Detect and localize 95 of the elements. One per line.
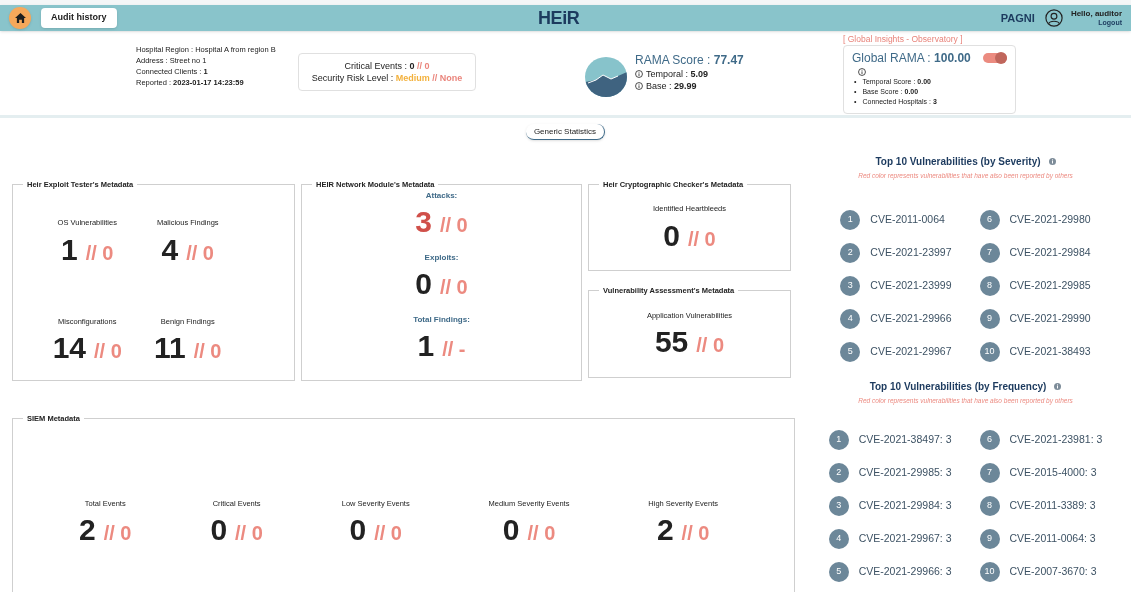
rank-badge: 3	[840, 275, 861, 296]
cve-id: CVE-2015-4000: 3	[1009, 464, 1097, 480]
cve-id: CVE-2021-23981: 3	[1009, 431, 1103, 447]
cve-id: CVE-2021-38497: 3	[858, 431, 952, 447]
rank-badge: 8	[979, 495, 1000, 516]
global-value: // 0	[439, 215, 468, 236]
stat-label: Total Findings:	[413, 314, 470, 327]
global-value: // 0	[103, 522, 132, 543]
global-insights-caption: [ Global Insights - Observatory ]	[843, 34, 964, 44]
cve-id: CVE-2021-29985	[1009, 277, 1091, 293]
rank-badge: 4	[840, 308, 861, 329]
cve-id: CVE-2021-23999	[870, 277, 952, 293]
cve-id: CVE-2021-29980	[1009, 211, 1091, 227]
base-score: Base : 29.99	[646, 80, 697, 92]
cve-id: CVE-2021-29984: 3	[858, 497, 952, 513]
global-rama-score: Global RAMA : 100.00	[852, 50, 971, 67]
rank-badge: 10	[979, 341, 1000, 362]
stat-value: 3	[415, 207, 432, 238]
cve-id: CVE-2011-3389: 3	[1009, 497, 1096, 513]
rama-score: RAMA Score : 77.47	[635, 53, 745, 68]
audit-history-button[interactable]: Audit history	[41, 8, 117, 28]
cve-id: CVE-2011-0064: 3	[1009, 530, 1096, 546]
info-icon	[1054, 382, 1062, 390]
rank-badge: 1	[828, 429, 849, 450]
rank-badge: 2	[828, 462, 849, 483]
info-icon	[1048, 158, 1056, 165]
global-value: // 0	[681, 522, 710, 543]
cve-id: CVE-2011-0064	[870, 211, 945, 227]
global-value: // 0	[186, 242, 214, 263]
rank-badge: 7	[979, 242, 1000, 263]
rank-badge: 9	[979, 528, 1000, 549]
info-icon	[635, 70, 643, 78]
stat-value: 2	[656, 514, 674, 545]
global-value: // 0	[85, 242, 114, 263]
global-value: // -	[442, 339, 466, 360]
rank-badge: 3	[828, 495, 849, 516]
cve-id: CVE-2007-3670: 3	[1009, 563, 1097, 579]
stat-value: 2	[79, 514, 96, 545]
stat-value: 0	[349, 514, 367, 545]
rank-badge: 6	[979, 429, 1000, 450]
user-avatar-icon	[1044, 9, 1063, 27]
rank-badge: 10	[979, 561, 1000, 582]
stat-value: 1	[417, 331, 435, 362]
stat-label: Exploits:	[424, 252, 459, 265]
cve-id: CVE-2021-29966: 3	[858, 563, 952, 579]
stat-value: 14	[52, 333, 87, 363]
stat-value: 1	[61, 234, 78, 265]
global-value: // 0	[94, 341, 122, 361]
global-value: // 0	[235, 522, 263, 543]
home-button[interactable]	[9, 7, 31, 29]
stat-value: 11	[154, 333, 186, 363]
rank-badge: 5	[840, 341, 861, 362]
global-value: // 0	[193, 341, 222, 361]
stat-value: 0	[502, 514, 520, 545]
stat-value: 0	[663, 220, 680, 251]
cve-id: CVE-2021-29984	[1009, 244, 1091, 260]
logo: HEiR	[538, 6, 580, 30]
list-title: Top 10 Vulnerabilities (by Severity)	[875, 155, 1041, 169]
greeting-text: Hello, auditor	[1070, 9, 1122, 19]
critical-events-text: Critical Events : 0 // 0	[344, 60, 430, 72]
stat-value: 4	[161, 234, 179, 265]
cve-id: CVE-2021-29990	[1009, 310, 1091, 326]
rank-badge: 5	[828, 561, 849, 582]
info-icon	[635, 82, 643, 90]
cve-id: CVE-2021-38493	[1009, 343, 1091, 359]
info-icon	[858, 68, 866, 76]
global-value: // 0	[696, 334, 725, 355]
rank-badge: 8	[979, 275, 1000, 296]
toggle-switch[interactable]	[982, 53, 1007, 63]
user-name: PAGNI	[1000, 10, 1035, 26]
global-value: // 0	[374, 522, 402, 543]
cve-id: CVE-2021-23997	[870, 244, 952, 260]
home-icon	[14, 13, 26, 23]
rank-badge: 7	[979, 462, 1000, 483]
cve-id: CVE-2021-29967	[870, 343, 952, 359]
risk-level-text: Security Risk Level : Medium // None	[311, 72, 463, 84]
cve-id: CVE-2021-29967: 3	[858, 530, 952, 546]
rank-badge: 2	[840, 242, 861, 263]
rank-badge: 4	[828, 528, 849, 549]
rank-badge: 9	[979, 308, 1000, 329]
temporal-score: Temporal : 5.09	[646, 68, 709, 80]
list-title: Top 10 Vulnerabilities (by Frequency)	[869, 379, 1047, 394]
global-value: // 0	[687, 228, 716, 249]
stat-value: 0	[210, 514, 228, 545]
cve-id: CVE-2021-29966	[870, 310, 952, 326]
cve-id: CVE-2021-29985: 3	[858, 464, 952, 480]
stat-value: 0	[415, 269, 432, 300]
stat-value: 55	[654, 326, 689, 357]
rank-badge: 6	[979, 209, 1000, 230]
rank-badge: 1	[840, 209, 861, 230]
global-value: // 0	[439, 277, 468, 298]
rama-chart-icon	[585, 57, 627, 97]
generic-statistics-button[interactable]: Generic Statistics	[525, 124, 606, 140]
global-value: // 0	[527, 522, 556, 543]
stat-label: Attacks:	[425, 190, 458, 203]
